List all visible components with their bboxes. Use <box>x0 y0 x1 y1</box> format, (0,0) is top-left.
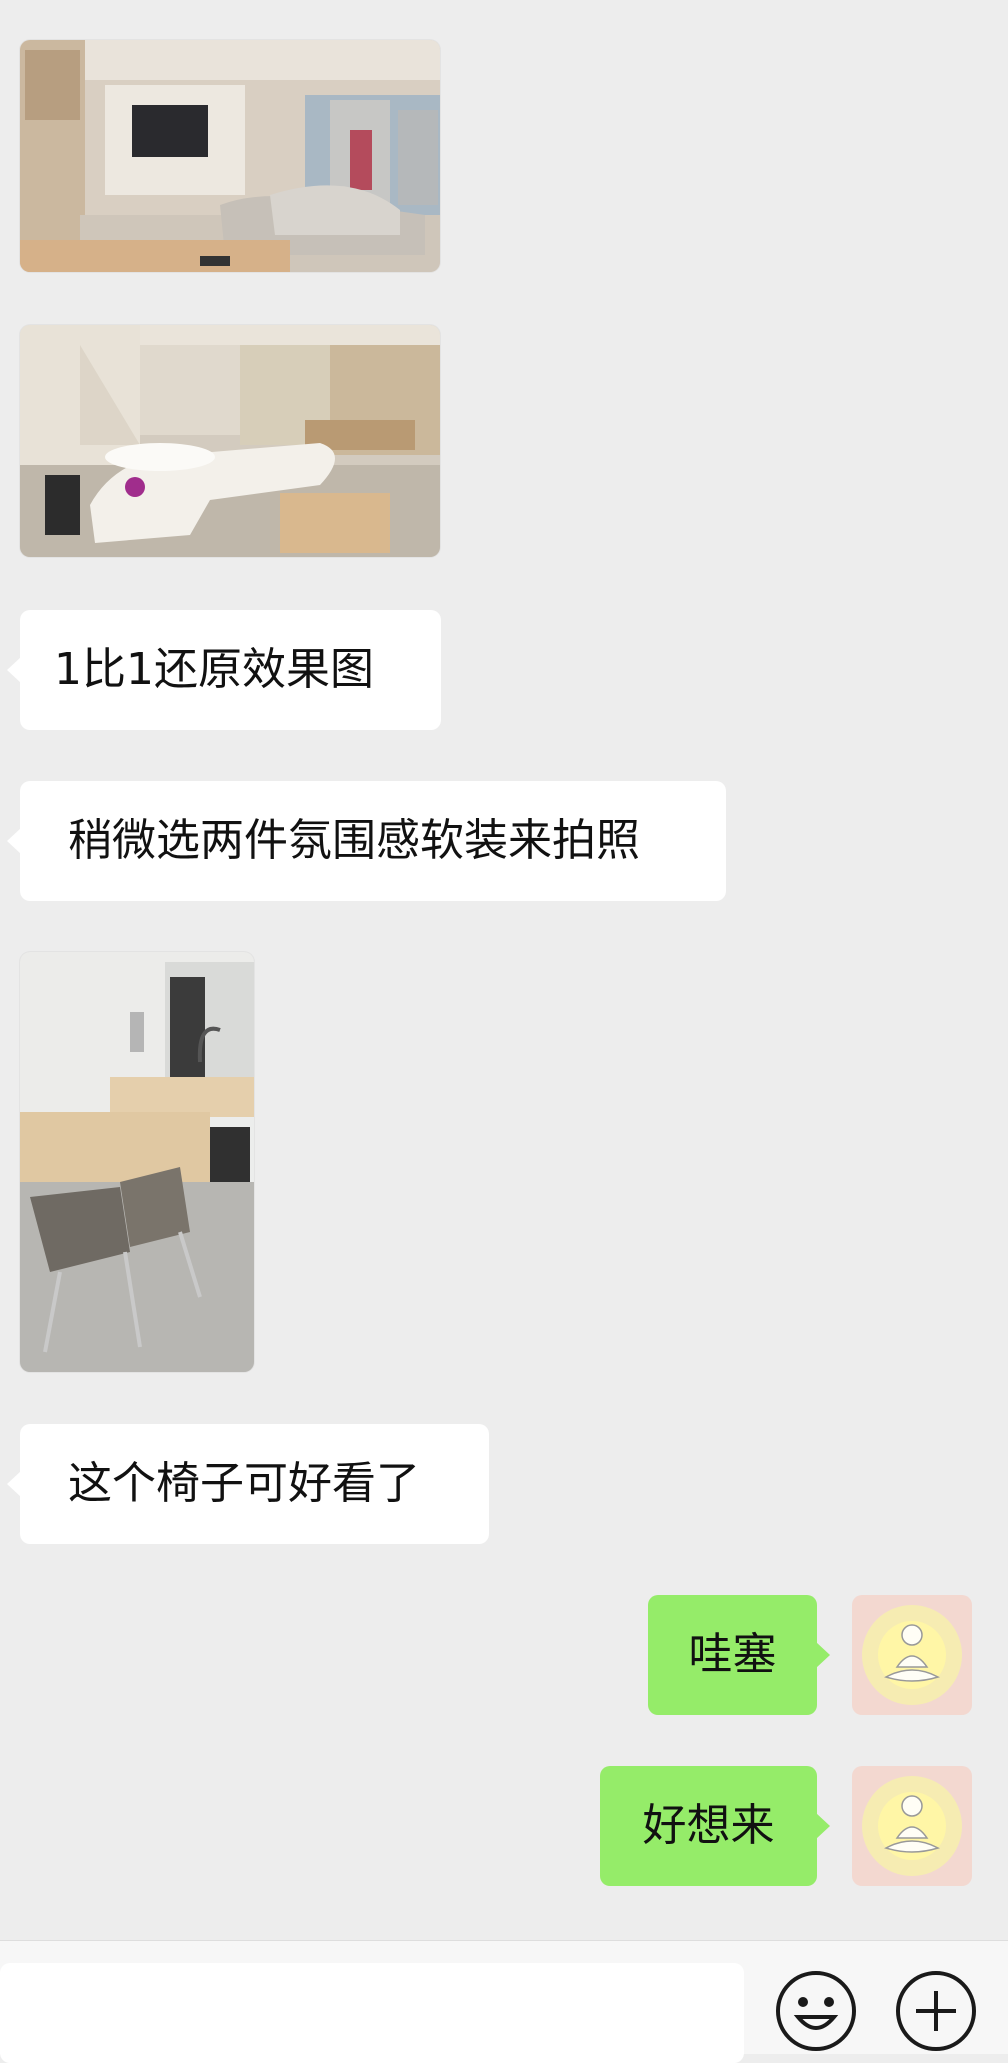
message-text: 好想来 <box>642 1800 775 1851</box>
message-bubble[interactable]: 稍微选两件氛围感软装来拍照 <box>7 781 726 901</box>
message-bubble[interactable]: 这个椅子可好看了 <box>7 1424 489 1544</box>
input-bar <box>0 1940 1008 2063</box>
meditating-figure-icon <box>852 1595 972 1715</box>
avatar[interactable] <box>852 1595 972 1715</box>
message-text: 这个椅子可好看了 <box>68 1458 420 1509</box>
kitchen-photo <box>20 952 254 1372</box>
image-message[interactable] <box>20 952 254 1372</box>
chat-area: 1比1还原效果图 稍微选两件氛围感软装来拍照 这个椅子可好看了 哇塞 好想来 <box>0 0 1008 1940</box>
plus-icon <box>896 1971 976 2051</box>
meditating-figure-icon <box>852 1766 972 1886</box>
emoji-icon <box>776 1971 856 2051</box>
image-message[interactable] <box>20 40 440 272</box>
message-text: 哇塞 <box>688 1629 777 1680</box>
avatar[interactable] <box>852 1766 972 1886</box>
living-room-photo-2 <box>20 325 440 557</box>
message-text: 1比1还原效果图 <box>54 644 374 695</box>
message-bubble-outgoing[interactable]: 好想来 <box>600 1766 830 1886</box>
message-bubble[interactable]: 1比1还原效果图 <box>7 610 441 730</box>
living-room-photo-1 <box>20 40 440 272</box>
message-input[interactable] <box>0 1963 744 2063</box>
message-bubble-outgoing[interactable]: 哇塞 <box>648 1595 830 1715</box>
emoji-button[interactable] <box>774 1969 858 2053</box>
image-message[interactable] <box>20 325 440 557</box>
message-text: 稍微选两件氛围感软装来拍照 <box>68 815 640 866</box>
more-button[interactable] <box>894 1969 978 2053</box>
